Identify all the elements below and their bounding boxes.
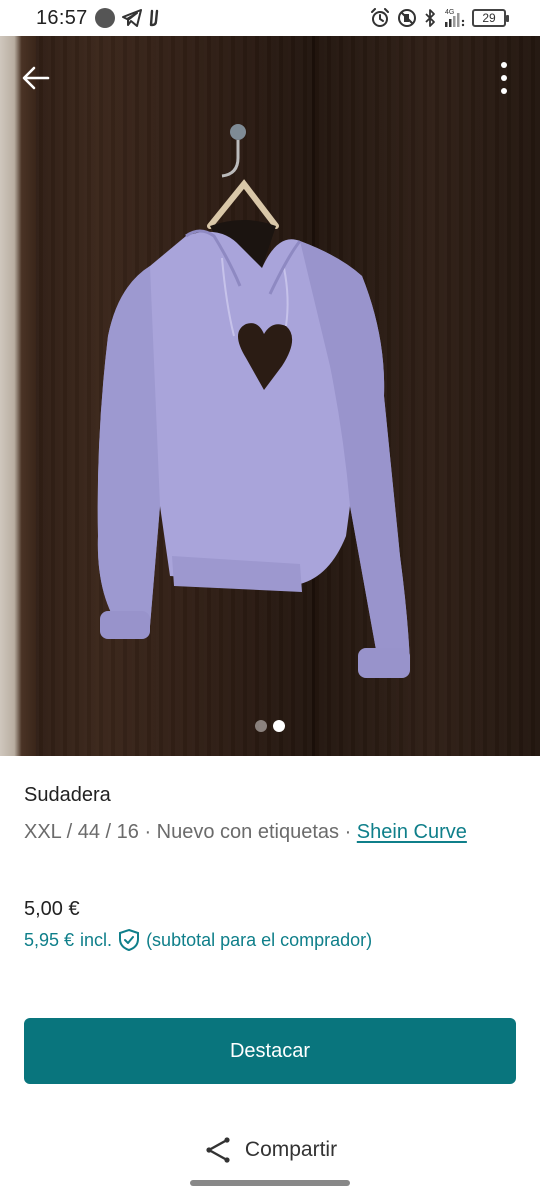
signal-icon: 4G bbox=[445, 9, 465, 27]
buyer-note: (subtotal para el comprador) bbox=[146, 929, 373, 950]
product-photo[interactable] bbox=[0, 36, 540, 756]
destacar-button[interactable]: Destacar bbox=[24, 1018, 516, 1084]
buyer-price-row[interactable]: 5,95 € incl. (subtotal para el comprador… bbox=[24, 928, 372, 952]
more-dot-icon bbox=[501, 88, 507, 94]
brand-link[interactable]: Shein Curve bbox=[357, 821, 467, 843]
hoodie-image bbox=[97, 124, 410, 678]
do-not-disturb-icon bbox=[398, 9, 416, 27]
more-dot-icon bbox=[501, 62, 507, 68]
status-right: 4G 29 bbox=[370, 7, 509, 29]
alarm-icon bbox=[371, 8, 389, 27]
listing-title: Sudadera bbox=[24, 784, 111, 806]
svg-text:4G: 4G bbox=[445, 9, 454, 16]
back-arrow-icon bbox=[22, 66, 50, 90]
buyer-protection-shield-icon bbox=[118, 928, 140, 952]
status-time: 16:57 bbox=[36, 6, 88, 29]
photo-pager bbox=[0, 720, 540, 732]
item-price: 5,00 € bbox=[24, 898, 80, 920]
pager-dot[interactable] bbox=[255, 720, 267, 732]
status-bar: 16:57 4G 29 bbox=[0, 0, 540, 36]
battery-icon: 29 bbox=[472, 9, 509, 27]
buyer-price: 5,95 € bbox=[24, 929, 75, 950]
bluetooth-icon bbox=[425, 9, 435, 27]
listing-meta-text: XXL / 44 / 16 · Nuevo con etiquetas · bbox=[24, 821, 357, 843]
listing-meta: XXL / 44 / 16 · Nuevo con etiquetas · Sh… bbox=[24, 817, 516, 847]
home-indicator[interactable] bbox=[190, 1180, 350, 1186]
pager-dot-active[interactable] bbox=[273, 720, 285, 732]
share-icon bbox=[206, 1137, 230, 1163]
status-left: 16:57 bbox=[36, 7, 163, 30]
back-button[interactable] bbox=[16, 58, 56, 98]
share-button[interactable]: Compartir bbox=[0, 1136, 540, 1164]
share-label: Compartir bbox=[244, 1138, 338, 1161]
more-dot-icon bbox=[501, 75, 507, 81]
listing-details: Sudadera XXL / 44 / 16 · Nuevo con etiqu… bbox=[24, 784, 516, 847]
battery-level: 29 bbox=[482, 11, 496, 25]
incl-label: incl. bbox=[80, 929, 113, 950]
telegram-icon bbox=[121, 9, 142, 27]
more-options-button[interactable] bbox=[486, 58, 522, 98]
app-notification-icon bbox=[149, 9, 158, 27]
notification-dot-icon bbox=[94, 8, 115, 28]
